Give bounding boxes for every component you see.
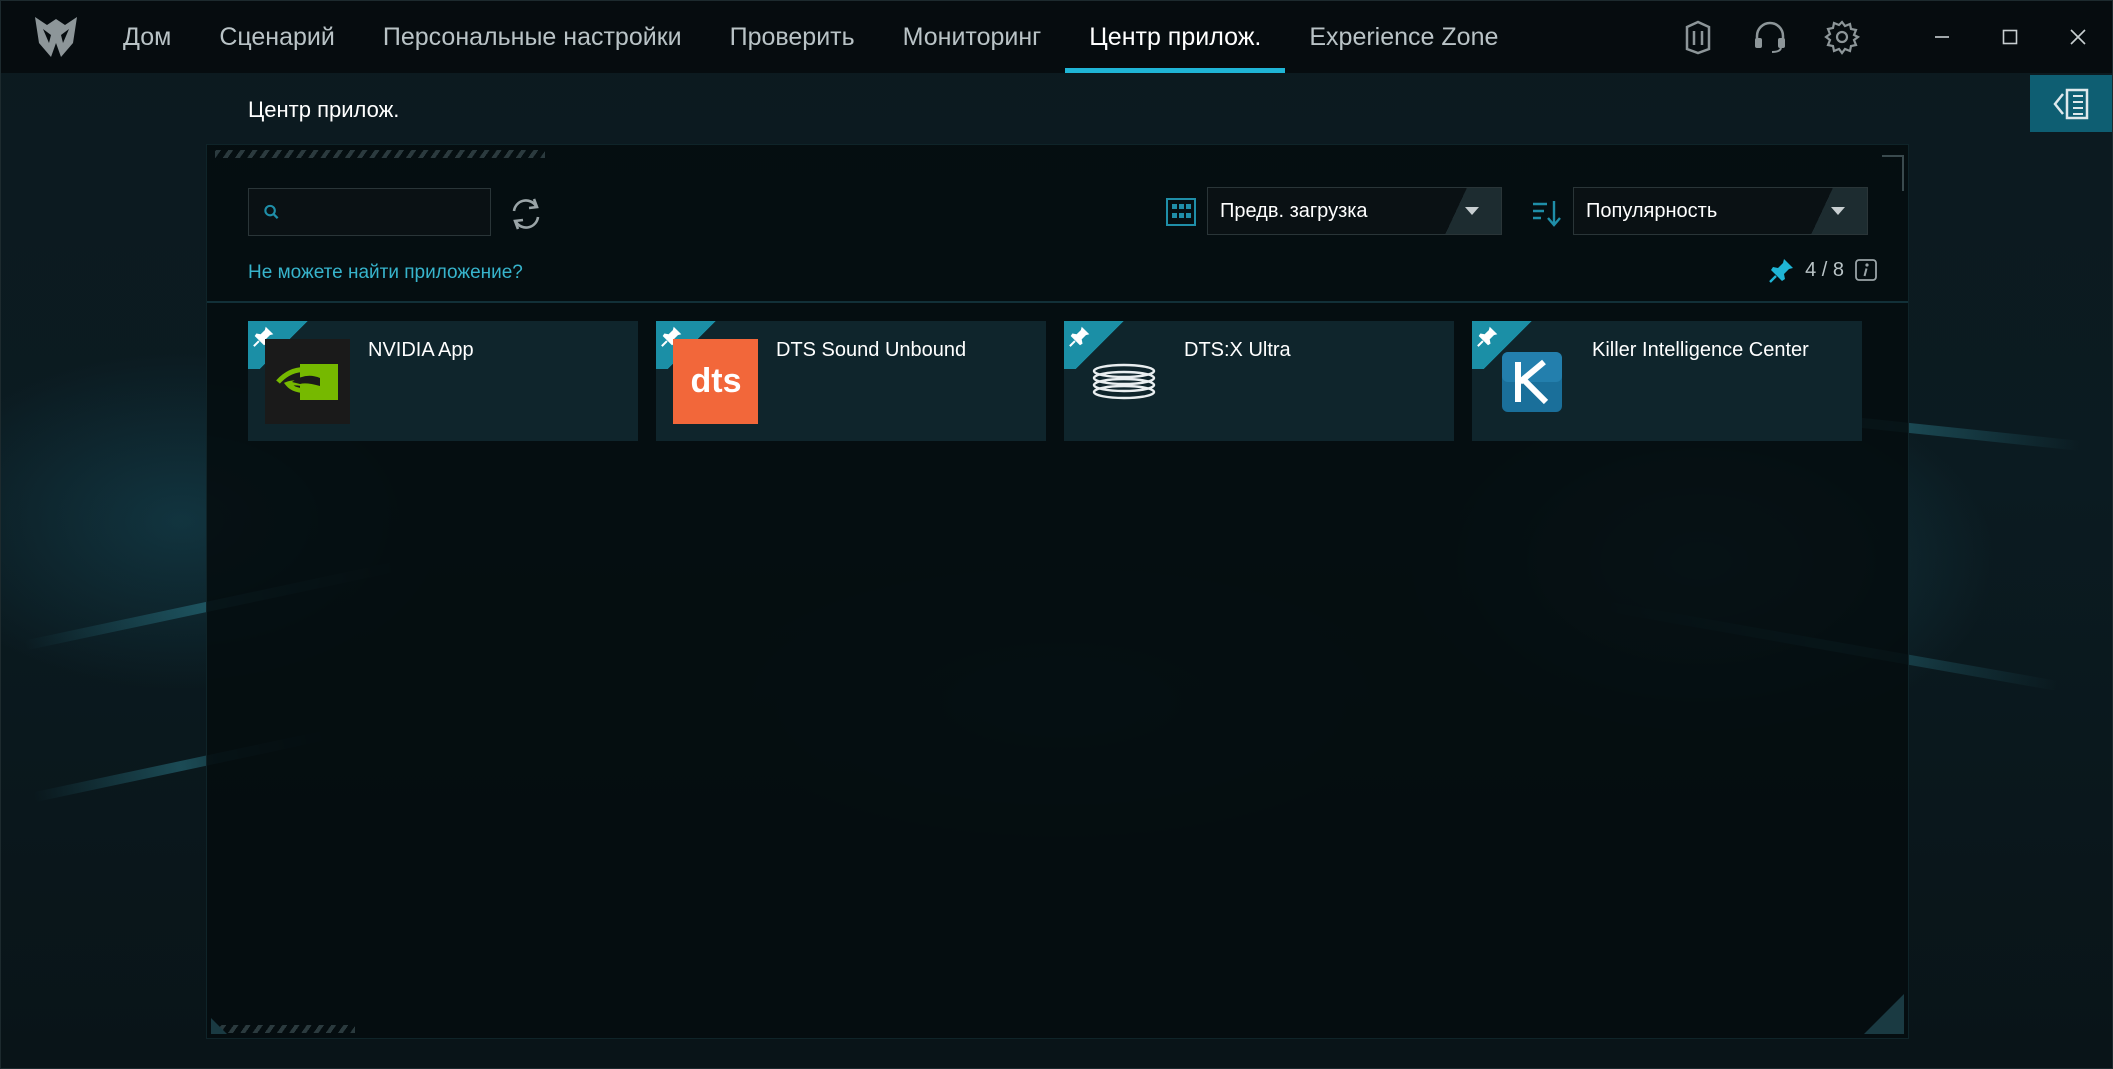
app-card-dtsx-ultra[interactable]: DTS:X Ultra	[1064, 321, 1454, 441]
app-list: NVIDIA App dts DTS Sound Unbound DTS:X U…	[248, 321, 1862, 441]
app-card-nvidia-app[interactable]: NVIDIA App	[248, 321, 638, 441]
search-icon	[264, 204, 279, 219]
minimize-button[interactable]	[1908, 1, 1976, 73]
pinned-count-text: 4 / 8	[1805, 258, 1844, 281]
dtsx-ultra-icon	[1081, 339, 1166, 424]
search-input[interactable]	[290, 200, 490, 224]
info-icon[interactable]	[1854, 258, 1878, 282]
nvidia-icon	[265, 339, 350, 424]
tab-experience-zone[interactable]: Experience Zone	[1285, 1, 1522, 73]
tab-monitoring[interactable]: Мониторинг	[879, 1, 1066, 73]
tab-personal-settings[interactable]: Персональные настройки	[359, 1, 706, 73]
panel-collapse-icon	[2053, 88, 2089, 119]
filter-dropdown-value: Предв. загрузка	[1220, 199, 1368, 222]
chevron-down-icon	[1809, 188, 1867, 234]
maximize-button[interactable]	[1976, 1, 2044, 73]
sort-dropdown[interactable]: Популярность	[1573, 187, 1868, 235]
app-name: DTS Sound Unbound	[776, 339, 967, 361]
cant-find-app-link[interactable]: Не можете найти приложение?	[248, 262, 523, 284]
pin-icon	[1769, 259, 1794, 283]
pinned-counter: 4 / 8	[1769, 257, 1878, 283]
tab-scenario[interactable]: Сценарий	[195, 1, 359, 73]
app-name: DTS:X Ultra	[1184, 339, 1291, 361]
top-right-controls	[1662, 1, 2112, 73]
app-center-panel: Предв. загрузка Популярность Не можете н…	[206, 144, 1909, 1039]
decorative-hatch	[215, 1025, 355, 1033]
decorative-hatch	[215, 150, 545, 158]
top-bar: Дом Сценарий Персональные настройки Пров…	[1, 1, 2112, 73]
decorative-corner	[1864, 994, 1904, 1034]
sort-icon[interactable]	[1530, 197, 1562, 229]
sort-dropdown-value: Популярность	[1586, 199, 1718, 222]
app-name: NVIDIA App	[368, 339, 474, 361]
main-nav: Дом Сценарий Персональные настройки Пров…	[99, 1, 1522, 73]
chevron-down-icon	[1443, 188, 1501, 234]
app-card-killer-intelligence-center[interactable]: Killer Intelligence Center	[1472, 321, 1862, 441]
killer-icon	[1489, 339, 1574, 424]
tab-home[interactable]: Дом	[99, 1, 195, 73]
app-window: Дом Сценарий Персональные настройки Пров…	[0, 0, 2113, 1069]
app-name: Killer Intelligence Center	[1592, 339, 1809, 361]
decorative-corner	[1882, 155, 1904, 191]
dts-icon: dts	[673, 339, 758, 424]
decorative-corner	[211, 1018, 227, 1034]
page-title: Центр прилож.	[248, 97, 400, 122]
filter-dropdown[interactable]: Предв. загрузка	[1207, 187, 1502, 235]
tab-app-center[interactable]: Центр прилож.	[1065, 1, 1286, 73]
divider	[207, 301, 1908, 303]
svg-text:dts: dts	[690, 362, 741, 400]
headset-support-icon[interactable]	[1734, 1, 1806, 73]
grid-view-icon[interactable]	[1165, 197, 1197, 227]
predator-logo-icon[interactable]	[31, 13, 81, 61]
app-card-dts-sound-unbound[interactable]: dts DTS Sound Unbound	[656, 321, 1046, 441]
side-panel-toggle[interactable]	[2030, 75, 2112, 132]
close-button[interactable]	[2044, 1, 2112, 73]
search-field[interactable]	[248, 188, 491, 236]
gear-icon[interactable]	[1806, 1, 1878, 73]
tab-check[interactable]: Проверить	[706, 1, 879, 73]
refresh-icon[interactable]	[506, 194, 546, 234]
keyboard-icon[interactable]	[1662, 1, 1734, 73]
